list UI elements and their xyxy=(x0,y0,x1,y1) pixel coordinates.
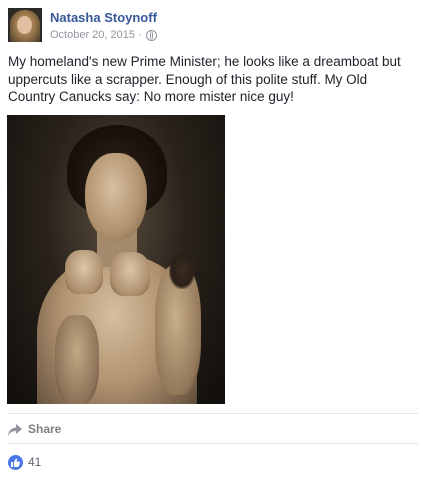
post-date-link[interactable]: October 20, 2015 xyxy=(50,29,135,41)
share-label: Share xyxy=(28,422,62,436)
actions-divider-bottom xyxy=(8,443,418,444)
post-photo[interactable] xyxy=(7,115,225,404)
post-header: Natasha Stoynoff October 20, 2015 · xyxy=(8,8,418,44)
post-text: My homeland's new Prime Minister; he loo… xyxy=(8,54,401,104)
facebook-post: Natasha Stoynoff October 20, 2015 · My h… xyxy=(0,0,423,480)
share-button[interactable]: Share xyxy=(8,421,61,437)
actions-divider-top xyxy=(8,413,418,414)
author-name-link[interactable]: Natasha Stoynoff xyxy=(50,10,157,25)
thumbs-up-icon xyxy=(8,454,23,470)
meta-separator: · xyxy=(138,29,142,41)
post-meta: October 20, 2015 · xyxy=(50,29,157,41)
globe-icon[interactable] xyxy=(145,29,157,41)
reaction-summary[interactable]: 41 xyxy=(8,454,41,470)
author-avatar[interactable] xyxy=(8,8,42,42)
like-count: 41 xyxy=(28,455,42,469)
share-arrow-icon xyxy=(8,423,22,436)
